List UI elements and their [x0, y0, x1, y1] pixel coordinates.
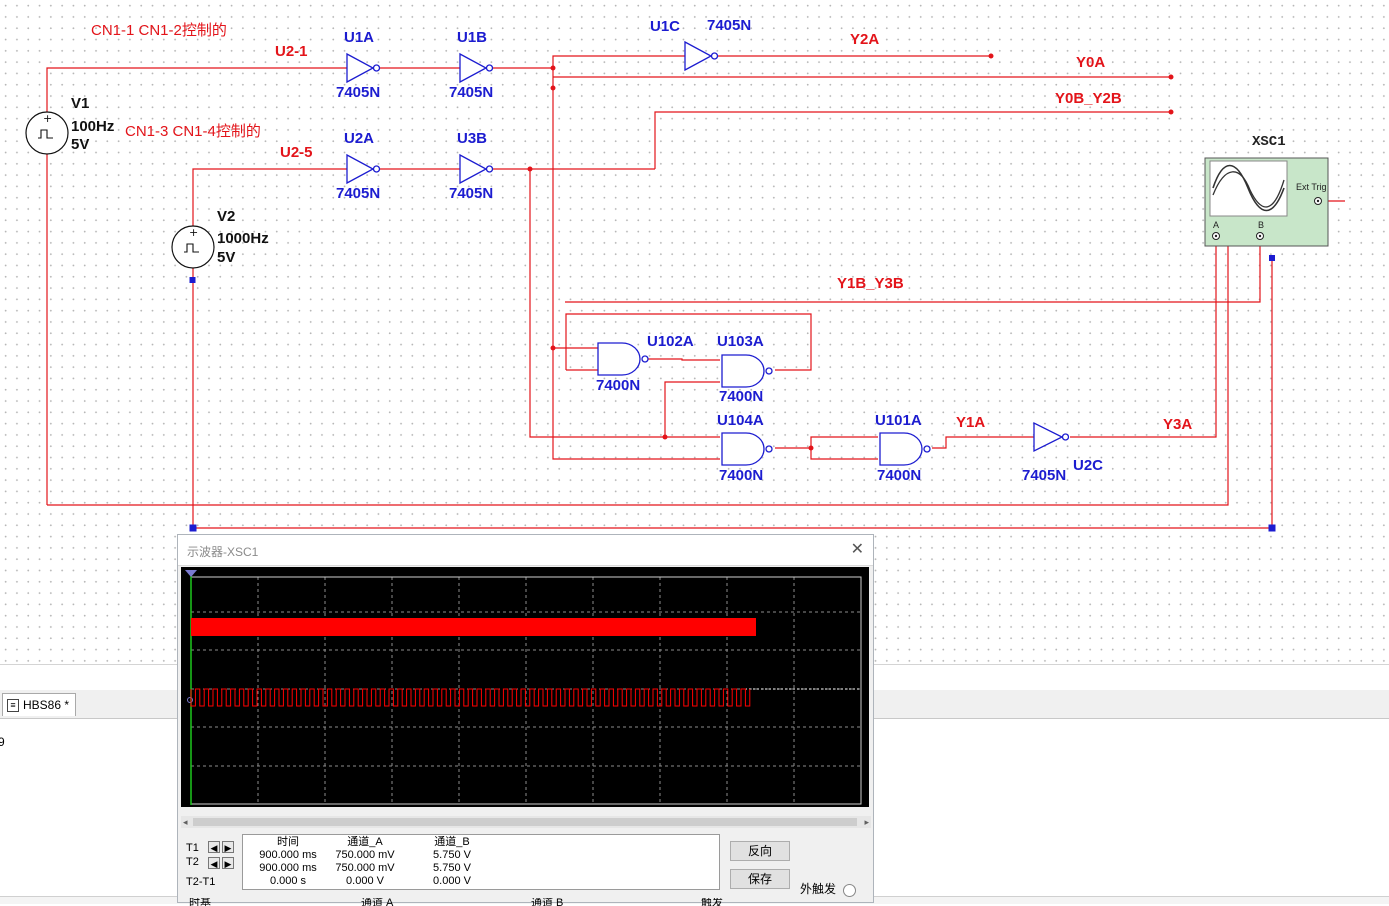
v2-ref: V2 [217, 208, 236, 225]
t2-channel-b: 5.750 V [433, 862, 471, 874]
xsc1-ref: XSC1 [1252, 134, 1286, 150]
ref-u1a: U1A [344, 29, 375, 46]
timebase-row-partial: 时基 通道 A 通道 B 触发 [181, 898, 871, 906]
ref-u2c: U2C [1073, 457, 1104, 474]
t2-t1-label: T2-T1 [186, 876, 216, 888]
t1-channel-b: 5.750 V [433, 849, 471, 861]
left-panel-text: 9 [0, 735, 5, 749]
part-u102a: 7400N [596, 377, 641, 394]
v1-ref: V1 [71, 95, 90, 112]
net-label-y2a: Y2A [850, 31, 880, 48]
schematic-file-icon: ≡ [7, 698, 19, 712]
readout-table: 时间 通道_A 通道_B 900.000 ms 750.000 mV 5.750… [242, 834, 720, 890]
t1-right-arrow-icon[interactable]: ▶ [222, 841, 234, 853]
part-u2c: 7405N [1022, 467, 1067, 484]
v1-frequency: 100Hz [71, 118, 115, 135]
note-cn1-1: CN1-1 CN1-2控制的 [91, 22, 227, 39]
t2-channel-a: 750.000 mV [335, 862, 395, 874]
ref-u2a: U2A [344, 130, 375, 147]
part-u2a: 7405N [336, 185, 381, 202]
t2-right-arrow-icon[interactable]: ▶ [222, 857, 234, 869]
net-label-u2-1: U2-1 [275, 43, 308, 60]
t2-label: T2 [186, 856, 199, 868]
col-channel-a: 通道_A [347, 836, 383, 848]
trigger-section-label: 触发 [701, 898, 723, 906]
t1-channel-a: 750.000 mV [335, 849, 395, 861]
v1-source-symbol[interactable]: + [25, 111, 69, 155]
net-label-y1a: Y1A [956, 414, 986, 431]
ref-u3b: U3B [457, 130, 488, 147]
nand-gates[interactable] [597, 342, 931, 466]
delta-channel-b: 0.000 V [433, 875, 471, 887]
svg-text:+: + [43, 112, 52, 125]
reverse-button[interactable]: 反向 [730, 841, 790, 861]
channel-a-trace [190, 688, 751, 707]
channel-b-port-label: B [1258, 220, 1265, 230]
ref-u103a: U103A [717, 333, 764, 350]
oscilloscope-window[interactable]: 示波器-XSC1 ✕ ◂ ▸ T1 ◀ ▶ T2 ◀ ▶ T2-T1 时间 通道… [177, 534, 874, 906]
oscilloscope-title-bar[interactable]: 示波器-XSC1 ✕ [178, 535, 873, 566]
ref-u101a: U101A [875, 412, 922, 429]
net-label-y3a: Y3A [1163, 416, 1193, 433]
svg-text:+: + [189, 226, 198, 239]
col-channel-b: 通道_B [434, 836, 470, 848]
part-u101a: 7400N [877, 467, 922, 484]
screen-grid [191, 577, 861, 804]
ext-trig-port-label: Ext Trig [1296, 182, 1327, 192]
oscilloscope-scrollbar[interactable]: ◂ ▸ [181, 816, 871, 828]
part-u1c: 7405N [707, 17, 752, 34]
ext-trigger-label: 外触发 [800, 882, 837, 896]
v2-amplitude: 5V [217, 249, 236, 266]
note-cn1-3: CN1-3 CN1-4控制的 [125, 123, 261, 140]
net-label-u2-5: U2-5 [280, 144, 313, 161]
t1-left-arrow-icon[interactable]: ◀ [208, 841, 220, 853]
part-u1b: 7405N [449, 84, 494, 101]
net-label-y1b-y3b: Y1B_Y3B [837, 275, 904, 292]
save-button[interactable]: 保存 [730, 869, 790, 889]
tab-hbs86-label: HBS86 * [23, 698, 70, 712]
scroll-right-icon[interactable]: ▸ [864, 816, 869, 828]
timebase-label: 时基 [189, 898, 211, 906]
oscilloscope-display [185, 570, 862, 805]
channel-a-section-label: 通道 A [361, 898, 394, 906]
channel-a-port-label: A [1213, 220, 1220, 230]
channel-b-trace [191, 618, 756, 636]
net-label-y0a: Y0A [1076, 54, 1106, 71]
part-u3b: 7405N [449, 185, 494, 202]
scroll-left-icon[interactable]: ◂ [183, 816, 188, 828]
scrollbar-thumb[interactable] [193, 818, 857, 826]
oscilloscope-title: 示波器-XSC1 [187, 545, 259, 559]
ext-trigger-radio[interactable] [843, 884, 856, 897]
t1-label: T1 [186, 842, 199, 854]
ref-u1b: U1B [457, 29, 488, 46]
oscilloscope-screen[interactable] [181, 567, 869, 807]
inverter-gates[interactable] [346, 40, 1070, 453]
part-u1a: 7405N [336, 84, 381, 101]
channel-b-section-label: 通道 B [531, 898, 564, 906]
cursor-readout: T1 ◀ ▶ T2 ◀ ▶ T2-T1 时间 通道_A 通道_B 900.000… [181, 833, 721, 891]
v2-source-symbol[interactable]: + [171, 225, 215, 269]
part-u104a: 7400N [719, 467, 764, 484]
ref-u104a: U104A [717, 412, 764, 429]
tab-hbs86[interactable]: ≡ HBS86 * [2, 693, 77, 716]
ref-u102a: U102A [647, 333, 694, 350]
v2-frequency: 1000Hz [217, 230, 269, 247]
close-icon[interactable]: ✕ [851, 539, 864, 559]
ref-u1c: U1C [650, 18, 681, 35]
delta-channel-a: 0.000 V [346, 875, 384, 887]
v1-amplitude: 5V [71, 136, 90, 153]
part-u103a: 7400N [719, 388, 764, 405]
xsc1-instrument[interactable] [1204, 157, 1329, 247]
t2-left-arrow-icon[interactable]: ◀ [208, 857, 220, 869]
cursor-t1-handle[interactable] [185, 570, 197, 577]
net-label-y0b-y2b: Y0B_Y2B [1055, 90, 1122, 107]
